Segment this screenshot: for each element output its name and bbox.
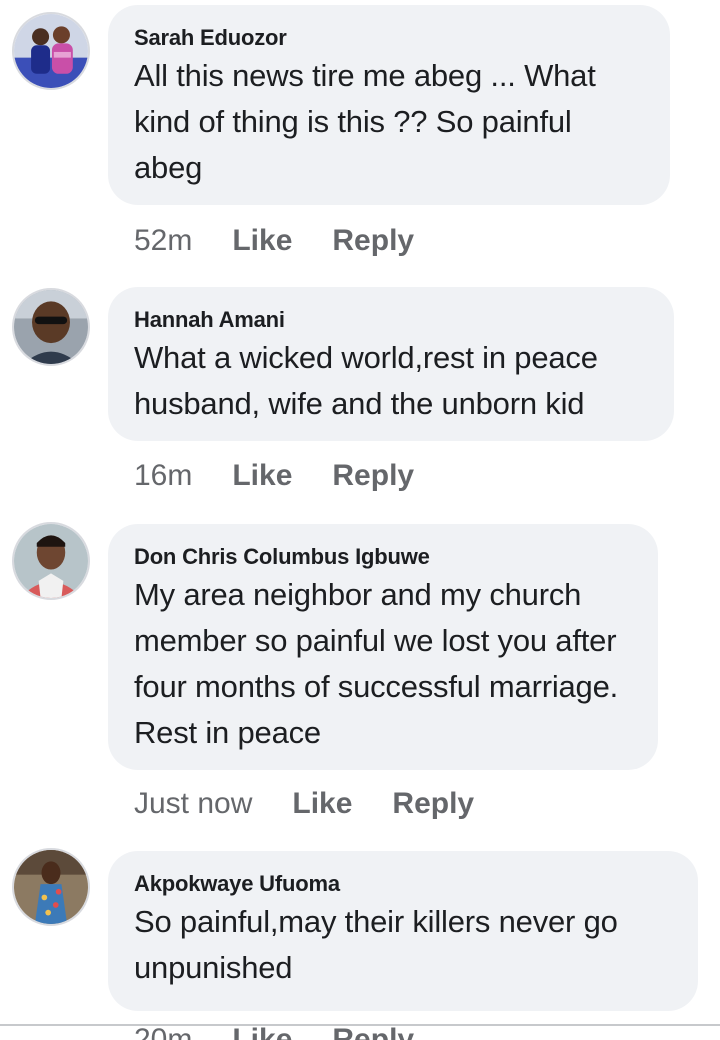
comment-author[interactable]: Akpokwaye Ufuoma (134, 871, 672, 897)
comment-text: My area neighbor and my church member so… (134, 577, 619, 750)
avatar[interactable] (12, 288, 90, 366)
comment-bubble: Akpokwaye Ufuoma So painful,may their ki… (108, 851, 698, 1011)
avatar[interactable] (12, 848, 90, 926)
divider (0, 1024, 720, 1026)
comment-timestamp[interactable]: 52m (134, 224, 192, 257)
comment-text: So painful,may their killers never go un… (134, 904, 618, 985)
comment-actions: 52m Like Reply (134, 223, 454, 259)
couple-photo-avatar-icon (14, 14, 88, 88)
comment-bubble: Hannah Amani What a wicked world,rest in… (108, 287, 674, 441)
like-button[interactable]: Like (232, 459, 292, 492)
comment-bubble: Sarah Eduozor All this news tire me abeg… (108, 5, 670, 205)
comment-actions: 16m Like Reply (134, 458, 454, 494)
avatar[interactable] (12, 12, 90, 90)
comment-author[interactable]: Sarah Eduozor (134, 25, 644, 51)
like-button[interactable]: Like (232, 224, 292, 257)
reply-button[interactable]: Reply (392, 787, 474, 820)
comment-text: All this news tire me abeg ... What kind… (134, 58, 596, 185)
comment-author[interactable]: Don Chris Columbus Igbuwe (134, 544, 632, 570)
comment-author[interactable]: Hannah Amani (134, 307, 648, 333)
man-with-sunglasses-avatar-icon (14, 290, 88, 364)
like-button[interactable]: Like (292, 787, 352, 820)
comment-text: What a wicked world,rest in peace husban… (134, 340, 598, 421)
comment-actions: 20m Like Reply (134, 1018, 454, 1040)
avatar[interactable] (12, 522, 90, 600)
man-portrait-avatar-icon (14, 524, 88, 598)
comment-timestamp[interactable]: Just now (134, 787, 252, 820)
comment-actions: Just now Like Reply (134, 786, 514, 822)
woman-photo-avatar-icon (14, 850, 88, 924)
comment-bubble: Don Chris Columbus Igbuwe My area neighb… (108, 524, 658, 770)
comment-timestamp[interactable]: 16m (134, 459, 192, 492)
reply-button[interactable]: Reply (332, 224, 414, 257)
reply-button[interactable]: Reply (332, 459, 414, 492)
